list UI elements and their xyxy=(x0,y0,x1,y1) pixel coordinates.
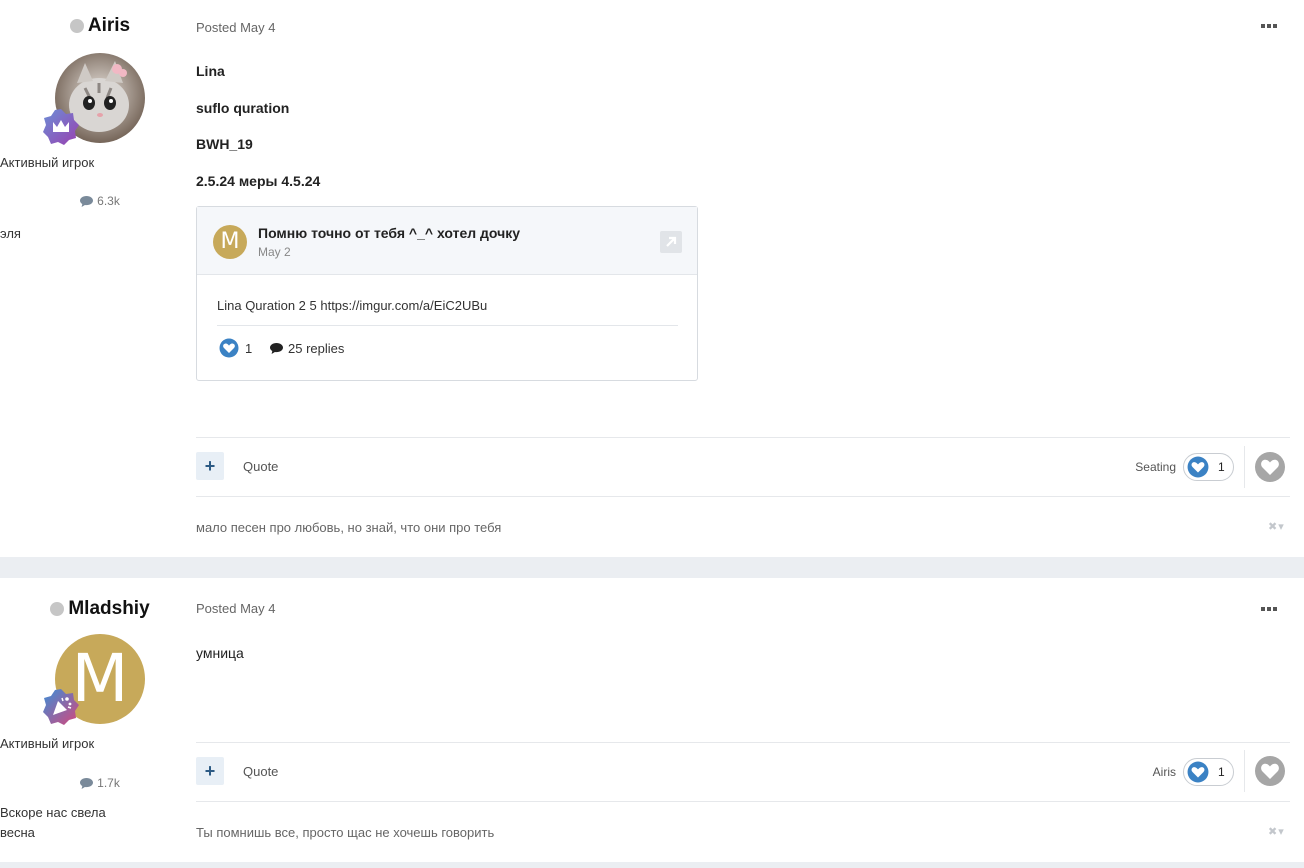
author-name-text[interactable]: Mladshiy xyxy=(68,598,149,620)
divider xyxy=(196,801,1290,802)
comment-icon xyxy=(270,343,283,354)
signature: мало песен про любовь, но знай, что они … xyxy=(196,520,502,535)
react-button[interactable] xyxy=(1255,452,1285,482)
heart-icon xyxy=(1187,761,1209,783)
reaction-user[interactable]: Airis xyxy=(1118,765,1176,779)
comment-icon xyxy=(80,777,94,789)
author-subtitle-line-2: весна xyxy=(0,825,35,840)
comment-icon xyxy=(80,195,94,207)
signature: Ты помнишь все, просто щас не хочешь гов… xyxy=(196,825,495,840)
post-count: 6.3k xyxy=(0,194,200,208)
embed-divider xyxy=(217,325,678,326)
author-subtitle-line-1: Вскоре нас свела xyxy=(0,805,106,820)
heart-icon xyxy=(1187,456,1209,478)
heart-icon xyxy=(1261,763,1279,779)
rank-crown-badge-icon xyxy=(43,109,79,145)
author-subtitle: Вскоре нас свела весна xyxy=(0,803,200,843)
quote-button[interactable]: Quote xyxy=(243,764,278,779)
reaction-summary[interactable]: 1 xyxy=(1183,453,1234,481)
posted-date[interactable]: Posted May 4 xyxy=(196,20,276,35)
divider xyxy=(196,437,1290,438)
signature-controls[interactable]: ✖▾ xyxy=(1268,825,1285,838)
heart-icon[interactable] xyxy=(219,338,239,358)
post-line-1: Lina xyxy=(196,63,225,79)
divider xyxy=(1244,750,1245,792)
embed-date: May 2 xyxy=(258,245,291,259)
divider xyxy=(196,496,1290,497)
embedded-post[interactable]: M Помню точно от тебя ^_^ хотел дочку Ma… xyxy=(196,206,698,381)
more-dots-icon[interactable] xyxy=(1261,24,1278,30)
react-button[interactable] xyxy=(1255,756,1285,786)
post-count: 1.7k xyxy=(0,776,200,790)
post-count-value: 6.3k xyxy=(97,194,120,208)
posted-date[interactable]: Posted May 4 xyxy=(196,601,276,616)
status-dot-icon xyxy=(50,602,65,616)
signature-controls[interactable]: ✖▾ xyxy=(1268,520,1285,533)
reaction-summary[interactable]: 1 xyxy=(1183,758,1234,786)
embed-reaction-count: 1 xyxy=(245,341,253,356)
reaction-count: 1 xyxy=(1218,765,1225,779)
post-text: умница xyxy=(196,645,244,661)
post-line-3: BWH_19 xyxy=(196,136,253,152)
divider xyxy=(1244,446,1245,488)
rank-title: Активный игрок xyxy=(0,736,95,751)
reaction-count: 1 xyxy=(1218,460,1225,474)
embed-body: Lina Quration 2 5 https://imgur.com/a/Ei… xyxy=(217,298,488,313)
author-name-text[interactable]: Airis xyxy=(88,15,130,37)
embed-avatar[interactable]: M xyxy=(213,225,247,259)
post-line-2: suflo quration xyxy=(196,100,290,116)
quote-button[interactable]: Quote xyxy=(243,459,278,474)
heart-icon xyxy=(1261,459,1279,475)
author-name[interactable]: Mladshiy xyxy=(0,598,200,620)
post-line-4: 2.5.24 меры 4.5.24 xyxy=(196,173,321,189)
rank-title: Активный игрок xyxy=(0,155,95,170)
embed-title[interactable]: Помню точно от тебя ^_^ хотел дочку xyxy=(258,225,520,241)
embed-replies-text: 25 replies xyxy=(288,341,345,356)
post-airis: Airis Активный игрок 6.3k эля Posted May… xyxy=(0,0,1304,557)
external-link-icon[interactable] xyxy=(660,231,682,253)
embed-header: M Помню точно от тебя ^_^ хотел дочку Ma… xyxy=(197,207,697,275)
post-count-value: 1.7k xyxy=(97,776,120,790)
rank-party-badge-icon xyxy=(43,689,79,725)
author-name[interactable]: Airis xyxy=(0,15,200,37)
embed-replies: 25 replies xyxy=(270,341,344,356)
post-mladshiy: Mladshiy M Активный игрок 1.7k Вскоре на… xyxy=(0,578,1304,862)
divider xyxy=(196,742,1290,743)
multiquote-button[interactable]: + xyxy=(196,452,224,480)
reaction-user[interactable]: Seating xyxy=(1118,460,1176,474)
multiquote-button[interactable]: + xyxy=(196,757,224,785)
status-dot-icon xyxy=(69,19,84,33)
more-dots-icon[interactable] xyxy=(1261,607,1278,613)
author-subtitle: эля xyxy=(0,226,21,241)
